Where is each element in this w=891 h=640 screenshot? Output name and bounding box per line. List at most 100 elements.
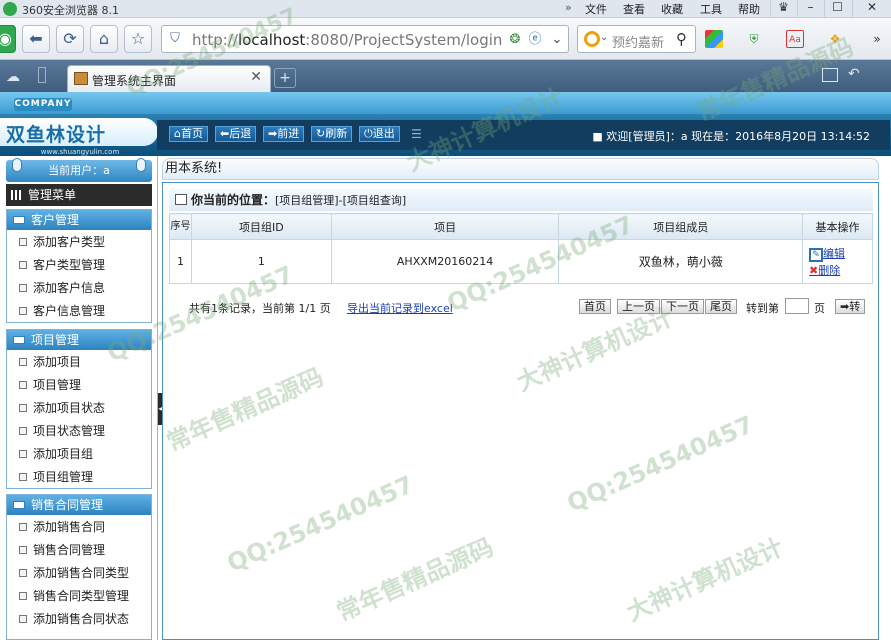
menu-item[interactable]: 添加项目组 bbox=[7, 443, 151, 465]
address-url[interactable]: http://localhost:8080/ProjectSystem/logi… bbox=[192, 31, 502, 49]
tab-close-icon[interactable]: ✕ bbox=[250, 69, 262, 85]
menu-item[interactable]: 销售合同管理 bbox=[7, 539, 151, 561]
location-icon bbox=[175, 194, 187, 205]
menu-tools[interactable]: 工具 bbox=[700, 1, 722, 17]
menu-item[interactable]: 客户信息管理 bbox=[7, 300, 151, 322]
record-count: 共有1条记录，当前第 1/1 页 bbox=[189, 302, 331, 315]
column-header: 项目组ID bbox=[190, 213, 332, 240]
edit-link[interactable]: ✎ 编辑 bbox=[809, 245, 872, 262]
home-button[interactable]: ⌂ bbox=[90, 25, 118, 53]
company-badge: COMPANY bbox=[14, 98, 72, 111]
undo-close-icon[interactable]: ↶ bbox=[848, 66, 860, 82]
item-bullet-icon bbox=[19, 569, 27, 577]
last-page-button[interactable]: 尾页 bbox=[705, 299, 737, 314]
safety-shield-icon[interactable]: ⛨ bbox=[745, 30, 763, 48]
more-tools-icon[interactable]: » bbox=[868, 30, 886, 48]
toolbar-logout-button[interactable]: ⏻退出 bbox=[359, 126, 400, 142]
back-button[interactable]: ⬅ bbox=[22, 25, 50, 53]
search-box[interactable]: ⌄ 预约嘉新 ⚲ bbox=[577, 25, 696, 53]
close-window-button[interactable]: ✕ bbox=[852, 0, 891, 18]
menu-item[interactable]: 项目管理 bbox=[7, 374, 151, 396]
new-tab-button[interactable]: + bbox=[274, 68, 296, 88]
search-engine-dropdown-icon[interactable]: ⌄ bbox=[600, 32, 608, 43]
first-page-button[interactable]: 首页 bbox=[579, 299, 611, 314]
item-bullet-icon bbox=[19, 450, 27, 458]
menu-item[interactable]: 销售合同类型管理 bbox=[7, 585, 151, 607]
menu-item[interactable]: 添加销售合同类型 bbox=[7, 562, 151, 584]
menu-item[interactable]: 添加客户信息 bbox=[7, 277, 151, 299]
delete-icon: ✖ bbox=[809, 264, 819, 277]
search-icon[interactable]: ⚲ bbox=[676, 30, 687, 48]
column-header: 序号 bbox=[169, 213, 192, 240]
menu-title: 管理菜单 bbox=[6, 184, 152, 206]
apps-grid-icon[interactable] bbox=[705, 30, 723, 48]
tab-favicon-icon bbox=[74, 72, 88, 85]
search-engine-icon[interactable] bbox=[584, 31, 600, 47]
goto-button[interactable]: ➡转 bbox=[835, 299, 866, 314]
browser-logo-icon bbox=[3, 2, 17, 16]
menu-help[interactable]: 帮助 bbox=[738, 1, 760, 17]
browser-home-logo-icon[interactable]: ◉ bbox=[0, 25, 16, 53]
item-bullet-icon bbox=[19, 523, 27, 531]
menu-view[interactable]: 查看 bbox=[623, 1, 645, 17]
menu-item[interactable]: 添加销售合同状态 bbox=[7, 608, 151, 630]
maximize-button[interactable]: ☐ bbox=[824, 0, 850, 18]
table-row: 1 1 AHXXM20160214 双鱼林，萌小薇 ✎ 编辑 ✖删除 bbox=[169, 239, 873, 284]
welcome-text: ■ 欢迎[管理员]：a 现在是：2016年8月20日 13:14:52 bbox=[592, 130, 870, 143]
menu-overflow-icon[interactable]: » bbox=[565, 1, 572, 14]
item-bullet-icon bbox=[19, 404, 27, 412]
menu-file[interactable]: 文件 bbox=[585, 1, 607, 17]
goto-label: 转到第 bbox=[746, 302, 779, 315]
export-excel-link[interactable]: 导出当前记录到excel bbox=[347, 300, 453, 316]
extension-icon[interactable]: ❖ bbox=[826, 30, 844, 48]
skin-button[interactable]: ♛ bbox=[770, 0, 796, 18]
browser-title: 360安全浏览器 8.1 bbox=[22, 4, 119, 17]
bookmark-star-button[interactable]: ☆ bbox=[124, 25, 152, 53]
menu-item[interactable]: 客户类型管理 bbox=[7, 254, 151, 276]
menu-group-customer: 客户管理 添加客户类型 客户类型管理 添加客户信息 客户信息管理 bbox=[6, 209, 152, 323]
breadcrumb-path: [项目组管理]-[项目组查询] bbox=[275, 194, 407, 207]
cloud-icon[interactable]: ☁ bbox=[6, 69, 20, 85]
menu-group-header[interactable]: 项目管理 bbox=[7, 330, 151, 350]
delete-link[interactable]: ✖删除 bbox=[809, 262, 872, 278]
column-header: 项目组成员 bbox=[558, 213, 804, 240]
item-bullet-icon bbox=[19, 358, 27, 366]
prev-page-button[interactable]: 上一页 bbox=[617, 299, 660, 314]
pdf-icon[interactable]: Aa bbox=[786, 30, 804, 48]
welcome-marquee: 用本系统! bbox=[162, 158, 879, 180]
toolbar-refresh-button[interactable]: ↻刷新 bbox=[311, 126, 353, 142]
menu-item[interactable]: 项目组管理 bbox=[7, 466, 151, 488]
toolbar-home-button[interactable]: ⌂首页 bbox=[169, 126, 208, 142]
menu-item[interactable]: 添加项目 bbox=[7, 351, 151, 373]
ie-engine-icon[interactable]: ⓔ bbox=[526, 31, 544, 49]
menu-item[interactable]: 添加销售合同 bbox=[7, 516, 151, 538]
menu-group-project: 项目管理 添加项目 项目管理 添加项目状态 项目状态管理 添加项目组 项目组管理 bbox=[6, 329, 152, 489]
mobile-icon[interactable] bbox=[38, 67, 46, 83]
refresh-button[interactable]: ⟳ bbox=[56, 25, 84, 53]
group-icon bbox=[13, 501, 25, 509]
restore-tabs-icon[interactable] bbox=[822, 68, 838, 82]
menu-favorites[interactable]: 收藏 bbox=[661, 1, 683, 17]
minimize-button[interactable]: – bbox=[797, 0, 823, 18]
toolbar-forward-button[interactable]: ➡前进 bbox=[263, 126, 305, 142]
toolbar-back-button[interactable]: ⬅后退 bbox=[215, 126, 257, 142]
menu-item[interactable]: 项目状态管理 bbox=[7, 420, 151, 442]
menu-group-header[interactable]: 客户管理 bbox=[7, 210, 151, 230]
pin-left-icon bbox=[12, 158, 22, 172]
sidebar: 当前用户：a 管理菜单 客户管理 添加客户类型 客户类型管理 添加客户信息 客户… bbox=[0, 156, 158, 640]
search-placeholder: 预约嘉新 bbox=[612, 36, 665, 51]
browser-titlebar: 360安全浏览器 8.1 » 文件 查看 收藏 工具 帮助 ♛ – ☐ ✕ bbox=[0, 0, 891, 18]
menu-grid-icon bbox=[11, 190, 23, 200]
next-page-button[interactable]: 下一页 bbox=[661, 299, 704, 314]
browser-tab[interactable]: 管理系统主界面 ✕ bbox=[67, 65, 271, 92]
goto-page-input[interactable] bbox=[785, 298, 809, 314]
menu-item[interactable]: 添加客户类型 bbox=[7, 231, 151, 253]
content-frame: 你当前的位置：[项目组管理]-[项目组查询] 序号 项目组ID 项目 项目组成员… bbox=[162, 182, 879, 640]
address-dropdown-icon[interactable]: ⌄ bbox=[548, 31, 566, 49]
menu-group-header[interactable]: 销售合同管理 bbox=[7, 495, 151, 515]
item-bullet-icon bbox=[19, 238, 27, 246]
menu-item[interactable]: 添加项目状态 bbox=[7, 397, 151, 419]
compat-mode-icon[interactable]: ❂ bbox=[506, 31, 524, 49]
page-suffix-label: 页 bbox=[814, 302, 825, 315]
address-bar[interactable]: ⛉ http://localhost:8080/ProjectSystem/lo… bbox=[161, 25, 569, 53]
